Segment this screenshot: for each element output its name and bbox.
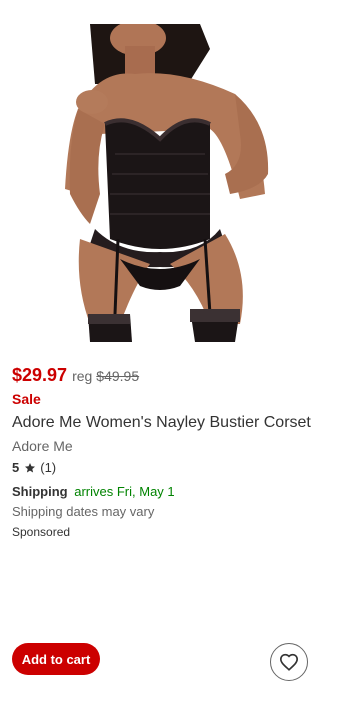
regular-price: $49.95 (96, 368, 140, 384)
product-brand[interactable]: Adore Me (12, 438, 73, 454)
product-title[interactable]: Adore Me Women's Nayley Bustier Corset (12, 414, 311, 432)
star-icon (24, 462, 36, 474)
regular-price-label: reg (72, 368, 93, 384)
shipping-arrival: arrives Fri, May 1 (74, 484, 175, 499)
sponsored-label: Sponsored (12, 525, 71, 539)
rating[interactable]: 5 (1) (12, 460, 56, 475)
heart-icon (279, 653, 299, 671)
rating-count: (1) (40, 460, 57, 475)
shipping-note: Shipping dates may vary (12, 504, 155, 519)
sale-label: Sale (12, 391, 41, 407)
price-row: $29.97 reg $49.95 (12, 365, 139, 386)
shipping-info: Shipping arrives Fri, May 1 (12, 484, 175, 499)
add-to-cart-button[interactable]: Add to cart (12, 643, 100, 675)
current-price: $29.97 (12, 365, 68, 385)
rating-score: 5 (12, 460, 20, 475)
product-image[interactable] (60, 24, 282, 342)
favorite-button[interactable] (270, 643, 308, 681)
shipping-label: Shipping (12, 484, 68, 499)
